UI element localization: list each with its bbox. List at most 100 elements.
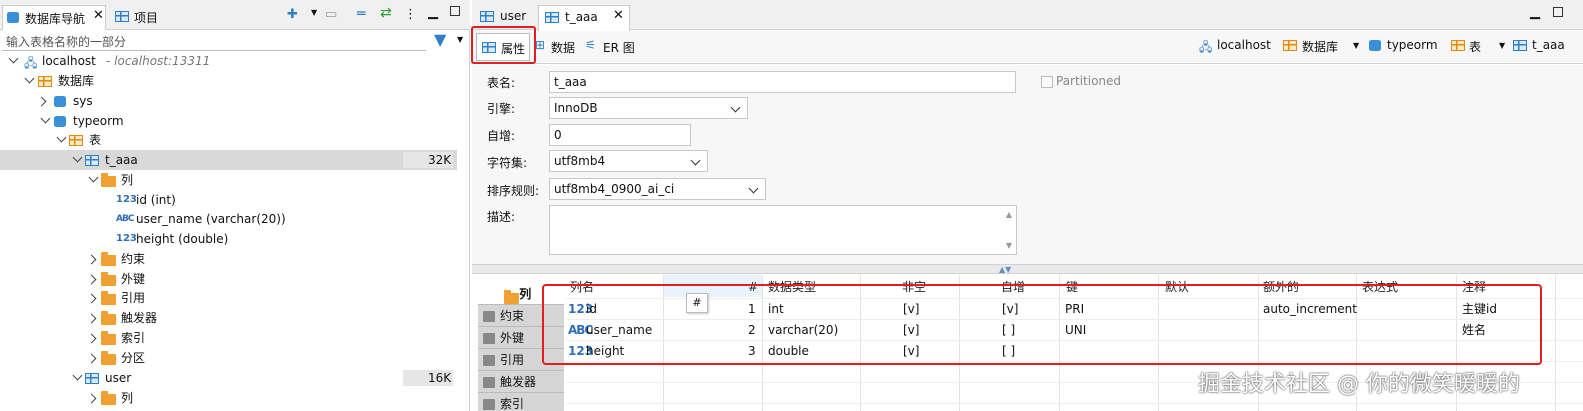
tree-row-constraints[interactable]: 约束 — [0, 249, 457, 269]
chevron-right-icon[interactable] — [86, 313, 97, 324]
tab-project[interactable]: 项目 — [112, 5, 172, 29]
breadcrumb-item-databases[interactable]: 数据库 — [1302, 38, 1338, 55]
numeric-column-icon: 123 — [116, 194, 137, 205]
splitter[interactable]: ▲▼ — [472, 264, 1583, 274]
tab-db-navigator[interactable]: 数据库导航 ✕ — [2, 5, 106, 30]
tree-label: 引用 — [121, 291, 146, 305]
tree-row-t-aaa[interactable]: t_aaa 32K — [0, 150, 457, 170]
scroll-up-icon[interactable]: ▲ — [1006, 210, 1012, 219]
collapse-icon[interactable]: ═ — [357, 6, 365, 22]
tree-row-databases[interactable]: 数据库 — [0, 71, 457, 91]
tree-label: 索引 — [121, 331, 146, 345]
breadcrumb-item-typeorm[interactable]: typeorm — [1387, 38, 1438, 52]
database-icon — [54, 116, 66, 127]
collapse-arrows-icon[interactable]: ▲▼ — [999, 265, 1011, 274]
subtab-data[interactable]: ⊞ 数据 — [535, 33, 579, 61]
tree-row-partitions[interactable]: 分区 — [0, 348, 457, 368]
tree-row-localhost[interactable]: 🖧 localhost - localhost:13311 — [0, 51, 457, 71]
folder-icon — [504, 290, 519, 304]
tree-row-triggers[interactable]: 触发器 — [0, 308, 457, 328]
tree-label: 触发器 — [121, 311, 158, 325]
tree-row-column-id[interactable]: 123 id (int) — [0, 190, 457, 210]
maximize-icon[interactable] — [1553, 7, 1563, 17]
highlight-box-properties — [471, 26, 536, 64]
server-icon: 🖧 — [24, 56, 38, 70]
chevron-right-icon[interactable] — [86, 254, 97, 265]
chevron-right-icon[interactable] — [36, 96, 47, 107]
grid-line — [566, 403, 1583, 404]
chevron-down-icon[interactable] — [24, 73, 35, 84]
scroll-down-icon[interactable]: ▼ — [1006, 241, 1012, 250]
folder-icon — [101, 252, 116, 266]
tree-row-columns[interactable]: 列 — [0, 170, 457, 190]
table-icon — [85, 155, 99, 166]
side-tab-triggers[interactable]: 触发器 — [478, 372, 564, 393]
folder-icon — [101, 391, 116, 405]
close-icon[interactable]: ✕ — [613, 8, 624, 23]
tree-suffix: - localhost:13311 — [106, 54, 211, 68]
tree-label: 外键 — [121, 272, 146, 286]
charset-select[interactable]: utf8mb4 — [549, 150, 708, 172]
breadcrumb-item-t-aaa[interactable]: t_aaa — [1532, 38, 1565, 52]
text-column-icon: ABC — [116, 214, 134, 224]
chevron-right-icon[interactable] — [86, 353, 97, 364]
chevron-right-icon[interactable] — [86, 393, 97, 404]
tree-label: 列 — [121, 391, 134, 405]
tree-label: localhost — [42, 54, 96, 68]
description-textarea[interactable]: ▲ ▼ — [549, 205, 1017, 255]
chevron-right-icon[interactable] — [86, 274, 97, 285]
chevron-down-icon[interactable] — [88, 172, 99, 183]
tree-row-foreign-keys[interactable]: 外键 — [0, 269, 457, 289]
table-name-value: t_aaa — [554, 75, 587, 89]
chevron-down-icon[interactable] — [56, 132, 67, 143]
side-tab-indexes[interactable]: 索引 — [478, 394, 564, 411]
tree-row-references[interactable]: 引用 — [0, 288, 457, 308]
auto-increment-input[interactable]: 0 — [549, 124, 691, 146]
folder-icon — [483, 377, 495, 388]
table-name-input[interactable]: t_aaa — [549, 71, 1016, 93]
chevron-down-icon[interactable] — [72, 370, 83, 381]
breadcrumb-item-tables[interactable]: 表 — [1469, 38, 1481, 55]
database-icon — [1369, 40, 1381, 51]
tree-row-tables[interactable]: 表 — [0, 130, 457, 150]
chevron-down-icon[interactable] — [40, 113, 51, 124]
menu-icon[interactable]: ⋮ — [404, 7, 417, 22]
breadcrumb-item-localhost[interactable]: localhost — [1217, 38, 1271, 52]
minimize-icon[interactable]: ▁ — [428, 5, 438, 20]
tree-row-user[interactable]: user 16K — [0, 368, 457, 388]
chevron-right-icon[interactable] — [86, 293, 97, 304]
tree-label: id (int) — [136, 193, 176, 207]
tree-row-indexes[interactable]: 索引 — [0, 328, 457, 348]
dropdown-arrow-icon[interactable]: ▼ — [1353, 41, 1359, 50]
maximize-icon[interactable] — [450, 6, 460, 16]
tab-t-aaa[interactable]: t_aaa ✕ — [538, 5, 630, 31]
tree-label: 列 — [121, 173, 134, 187]
collation-select[interactable]: utf8mb4_0900_ai_ci — [549, 178, 766, 200]
engine-select[interactable]: InnoDB — [549, 97, 748, 119]
new-folder-icon[interactable]: ▭ — [325, 7, 337, 22]
dropdown-arrow-icon[interactable]: ▼ — [311, 8, 317, 17]
dropdown-arrow-icon[interactable]: ▼ — [1499, 41, 1505, 50]
close-icon[interactable]: ✕ — [93, 8, 104, 23]
partitioned-checkbox[interactable] — [1041, 76, 1053, 88]
connect-icon[interactable]: ✚ — [287, 7, 298, 22]
minimize-icon[interactable]: ▁ — [1530, 5, 1540, 20]
subtab-er-diagram[interactable]: ⚟ ER 图 — [583, 33, 637, 61]
charset-value: utf8mb4 — [554, 154, 606, 168]
filter-icon[interactable]: ▼ — [434, 30, 446, 49]
tree-row-user-columns[interactable]: 列 — [0, 388, 457, 408]
filter-input[interactable]: 输入表格名称的一部分 — [2, 31, 426, 51]
filter-dropdown-icon[interactable]: ▼ — [457, 35, 463, 44]
tree-row-sys[interactable]: sys — [0, 91, 457, 111]
tree-row-column-user-name[interactable]: ABC user_name (varchar(20)) — [0, 209, 457, 229]
tree-row-typeorm[interactable]: typeorm — [0, 111, 457, 131]
link-icon[interactable]: ⇄ — [380, 5, 392, 21]
chevron-down-icon[interactable] — [8, 53, 19, 64]
description-label: 描述: — [487, 210, 516, 224]
chevron-down-icon[interactable] — [72, 152, 83, 163]
chevron-right-icon[interactable] — [86, 333, 97, 344]
data-icon: ⊞ — [535, 38, 546, 52]
engine-value: InnoDB — [554, 101, 598, 115]
tree-row-column-height[interactable]: 123 height (double) — [0, 229, 457, 249]
folder-icon — [101, 272, 116, 286]
